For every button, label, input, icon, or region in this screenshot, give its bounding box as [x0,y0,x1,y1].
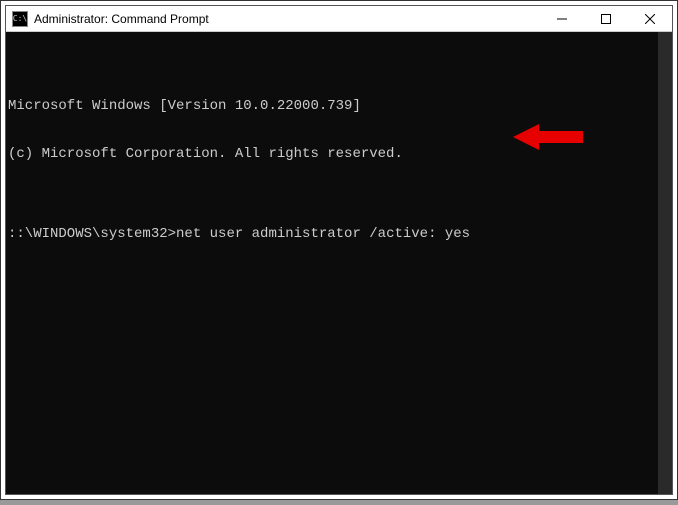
close-button[interactable] [628,6,672,31]
prompt-text: ::\WINDOWS\system32> [8,226,176,242]
command-prompt-icon: C:\ [12,11,28,27]
window-title: Administrator: Command Prompt [34,12,540,26]
icon-glyph: C:\ [13,14,27,23]
command-line: ::\WINDOWS\system32>net user administrat… [8,226,672,242]
scrollbar[interactable] [658,32,672,494]
titlebar[interactable]: C:\ Administrator: Command Prompt [6,6,672,32]
terminal-area[interactable]: Microsoft Windows [Version 10.0.22000.73… [6,32,672,494]
copyright-line: (c) Microsoft Corporation. All rights re… [8,146,672,162]
command-prompt-window: C:\ Administrator: Command Prompt Micros… [5,5,673,495]
version-line: Microsoft Windows [Version 10.0.22000.73… [8,98,672,114]
window-controls [540,6,672,31]
minimize-button[interactable] [540,6,584,31]
window-frame: C:\ Administrator: Command Prompt Micros… [0,0,678,500]
terminal-output: Microsoft Windows [Version 10.0.22000.73… [8,66,672,274]
typed-command: net user administrator /active: yes [176,226,470,242]
maximize-button[interactable] [584,6,628,31]
